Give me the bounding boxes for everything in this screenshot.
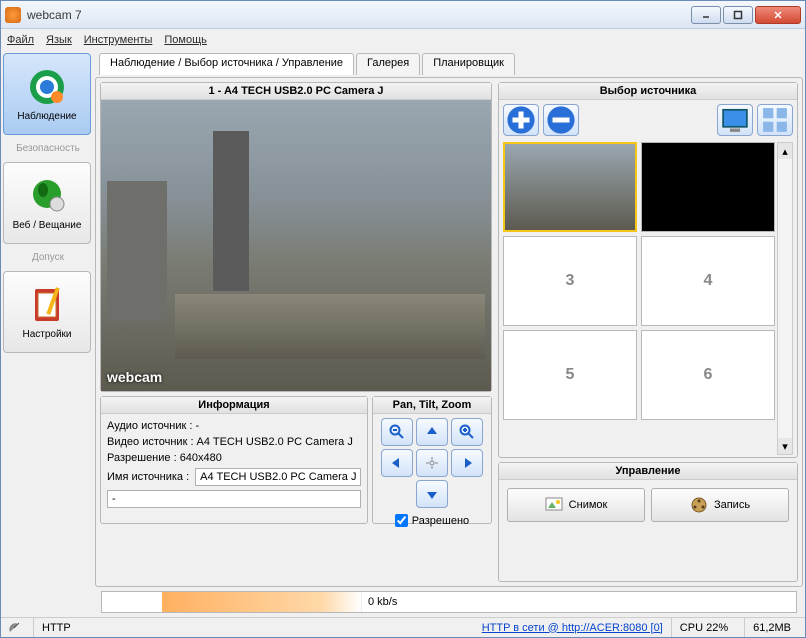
zoom-in-button[interactable]	[451, 418, 483, 446]
source-thumb-4[interactable]: 4	[641, 236, 775, 326]
statusbar: HTTP HTTP в сети @ http://ACER:8080 [0] …	[1, 617, 805, 637]
sidebar-section-security: Безопасность	[3, 137, 93, 160]
menu-tools[interactable]: Инструменты	[84, 34, 153, 46]
video-box: 1 - A4 TECH USB2.0 PC Camera J webcam	[100, 82, 492, 392]
info-header: Информация	[101, 397, 367, 414]
status-mem: 61,2MB	[744, 618, 799, 637]
menubar: Файл Язык Инструменты Помощь	[1, 29, 805, 51]
film-icon	[690, 496, 708, 514]
satellite-icon	[7, 621, 21, 635]
globe-icon	[27, 176, 67, 216]
photo-icon	[545, 497, 563, 513]
source-select-box: Выбор источника 3	[498, 82, 798, 458]
sidebar-section-access: Допуск	[3, 246, 93, 269]
source-options-button[interactable]	[717, 104, 753, 136]
tilt-down-button[interactable]	[416, 480, 448, 508]
source-grid-button[interactable]	[757, 104, 793, 136]
source-scrollbar[interactable]: ▴ ▾	[777, 142, 793, 455]
source-thumb-2[interactable]	[641, 142, 775, 232]
bandwidth-bar: 0 kb/s	[101, 591, 797, 613]
minimize-button[interactable]	[691, 6, 721, 24]
menu-help[interactable]: Помощь	[164, 34, 207, 46]
titlebar: webcam 7	[1, 1, 805, 29]
maximize-button[interactable]	[723, 6, 753, 24]
ptz-allow-label: Разрешено	[412, 515, 469, 527]
info-resolution: Разрешение : 640x480	[107, 452, 361, 464]
record-button[interactable]: Запись	[651, 488, 789, 522]
info-box: Информация Аудио источник : - Видео исто…	[100, 396, 368, 524]
status-link[interactable]: HTTP в сети @ http://ACER:8080 [0]	[387, 622, 663, 634]
bandwidth-graph	[162, 592, 362, 612]
app-icon	[5, 7, 21, 23]
remove-source-button[interactable]	[543, 104, 579, 136]
ptz-allow-checkbox[interactable]	[395, 514, 408, 527]
add-source-button[interactable]	[503, 104, 539, 136]
snapshot-button[interactable]: Снимок	[507, 488, 645, 522]
source-thumb-3[interactable]: 3	[503, 236, 637, 326]
menu-file[interactable]: Файл	[7, 34, 34, 46]
source-thumb-6[interactable]: 6	[641, 330, 775, 420]
scroll-down-icon[interactable]: ▾	[778, 438, 792, 454]
webcam-icon	[27, 67, 67, 107]
info-name-label: Имя источника :	[107, 471, 189, 483]
sidebar-item-web[interactable]: Веб / Вещание	[3, 162, 91, 244]
monitor-icon	[718, 103, 752, 137]
source-select-header: Выбор источника	[499, 83, 797, 100]
clipboard-icon	[27, 285, 67, 325]
ptz-header: Pan, Tilt, Zoom	[373, 397, 491, 414]
tabs: Наблюдение / Выбор источника / Управлени…	[99, 53, 803, 75]
watermark: webcam	[101, 363, 168, 391]
video-feed[interactable]: webcam	[101, 100, 491, 391]
tilt-up-button[interactable]	[416, 418, 448, 446]
tab-monitor[interactable]: Наблюдение / Выбор источника / Управлени…	[99, 53, 354, 75]
status-http: HTTP	[33, 618, 79, 637]
zoom-out-button[interactable]	[381, 418, 413, 446]
source-name-input[interactable]	[195, 468, 361, 486]
menu-language[interactable]: Язык	[46, 34, 72, 46]
sidebar: Наблюдение Безопасность Веб / Вещание До…	[3, 53, 93, 615]
sidebar-item-monitor[interactable]: Наблюдение	[3, 53, 91, 135]
status-cpu: CPU 22%	[671, 618, 736, 637]
source-thumb-1[interactable]	[503, 142, 637, 232]
tab-gallery[interactable]: Галерея	[356, 53, 420, 75]
sidebar-item-settings[interactable]: Настройки	[3, 271, 91, 353]
scroll-up-icon[interactable]: ▴	[778, 143, 792, 159]
info-audio: Аудио источник : -	[107, 420, 361, 432]
bandwidth-value: 0 kb/s	[362, 596, 796, 608]
tab-scheduler[interactable]: Планировщик	[422, 53, 515, 75]
control-header: Управление	[499, 463, 797, 480]
source-extra-input[interactable]	[107, 490, 361, 508]
source-thumb-5[interactable]: 5	[503, 330, 637, 420]
ptz-home-button[interactable]	[416, 449, 448, 477]
pan-right-button[interactable]	[451, 449, 483, 477]
video-title: 1 - A4 TECH USB2.0 PC Camera J	[101, 83, 491, 100]
ptz-box: Pan, Tilt, Zoom	[372, 396, 492, 524]
pan-left-button[interactable]	[381, 449, 413, 477]
window-title: webcam 7	[27, 8, 691, 22]
control-box: Управление Снимок Запись	[498, 462, 798, 582]
grid-icon	[758, 103, 792, 137]
info-video: Видео источник : A4 TECH USB2.0 PC Camer…	[107, 436, 361, 448]
close-button[interactable]	[755, 6, 801, 24]
